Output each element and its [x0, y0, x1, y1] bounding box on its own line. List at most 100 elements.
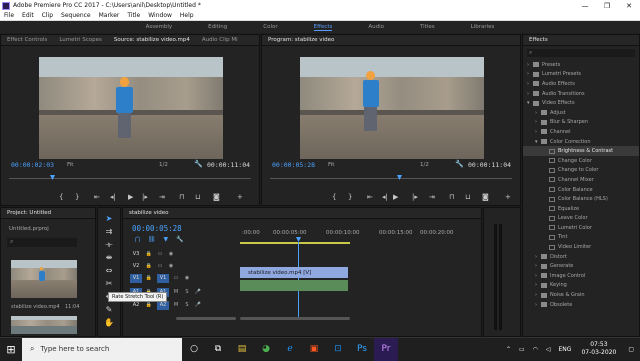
mute-icon[interactable]: M — [172, 289, 180, 295]
video-clip[interactable]: stabilize video.mp4 [V] — [240, 267, 348, 278]
cortana-icon[interactable]: ○ — [182, 338, 206, 361]
effect-item[interactable]: Brightness & Contrast — [523, 146, 639, 156]
program-ratio-select[interactable]: 1/2 — [420, 162, 429, 168]
effect-item[interactable]: Change Color — [523, 156, 639, 166]
add-button-icon[interactable]: + — [237, 193, 243, 201]
tab-audio-clip-mixer[interactable]: Audio Clip Mi — [202, 37, 238, 43]
lift-icon[interactable]: ⊓ — [449, 193, 454, 201]
solo-icon[interactable]: S — [183, 302, 191, 308]
source-timecode-in[interactable]: 00:00:02:03 — [11, 161, 54, 169]
menu-clip[interactable]: Clip — [42, 12, 53, 19]
work-area-bar[interactable] — [240, 242, 350, 244]
workspace-editing[interactable]: Editing — [208, 24, 227, 30]
taskbar-search[interactable]: ⌕ Type here to search — [22, 337, 182, 361]
effect-item[interactable]: Lumetri Color — [523, 223, 639, 233]
tab-effects[interactable]: Effects — [529, 37, 548, 43]
volume-icon[interactable]: ◁ — [546, 346, 551, 353]
audio-clip[interactable] — [240, 280, 348, 291]
solo-icon[interactable]: S — [183, 289, 191, 295]
track-select-tool-icon[interactable]: ⇉ — [103, 227, 115, 239]
timeline-zoom-scrollbar[interactable] — [240, 317, 350, 320]
chevron-up-icon[interactable]: ⌃ — [506, 346, 511, 353]
program-time-ruler[interactable] — [270, 175, 512, 179]
effect-folder[interactable]: ▾ Video Effects — [523, 98, 639, 108]
menu-sequence[interactable]: Sequence — [61, 12, 91, 19]
workspace-audio[interactable]: Audio — [368, 24, 384, 30]
effects-search-input[interactable]: ⌕ — [527, 49, 635, 57]
razor-tool-icon[interactable]: ✂ — [103, 279, 115, 291]
minimize-button[interactable]: — — [574, 2, 596, 10]
tab-program[interactable]: Program: stabilize video — [268, 37, 334, 43]
overwrite-icon[interactable]: ⊔ — [195, 193, 200, 201]
windows-start-icon[interactable]: ⊞ — [0, 338, 22, 361]
linked-selection-icon[interactable]: ⛓ — [148, 236, 156, 243]
effect-folder[interactable]: › Keying — [523, 281, 639, 291]
maximize-button[interactable]: ❐ — [596, 2, 618, 10]
source-time-ruler[interactable] — [9, 175, 251, 179]
effect-folder[interactable]: › Generate — [523, 261, 639, 271]
sync-lock-icon[interactable]: ▭ — [156, 251, 164, 257]
effect-item[interactable]: Change to Color — [523, 166, 639, 176]
effect-folder[interactable]: › Distort — [523, 252, 639, 262]
lock-icon[interactable]: 🔒 — [145, 302, 153, 308]
mark-out-icon[interactable]: } — [348, 193, 352, 201]
wifi-icon[interactable]: ◠ — [533, 346, 538, 353]
go-to-in-icon[interactable]: ⇤ — [94, 193, 100, 201]
tab-source[interactable]: Source: stabilize video.mp4 — [114, 37, 190, 43]
program-settings-icon[interactable]: 🔧 — [455, 160, 464, 168]
track-label[interactable]: V1 — [130, 273, 142, 283]
menu-edit[interactable]: Edit — [22, 12, 34, 19]
clip-thumbnail[interactable] — [11, 316, 77, 334]
go-to-out-icon[interactable]: ⇥ — [159, 193, 165, 201]
effect-folder[interactable]: ▾ Color Correction — [523, 137, 639, 147]
workspace-effects[interactable]: Effects — [313, 24, 333, 31]
go-to-in-icon[interactable]: ⇤ — [367, 193, 373, 201]
effect-item[interactable]: Equalize — [523, 204, 639, 214]
task-view-icon[interactable]: ⧉ — [206, 338, 230, 361]
effect-folder[interactable]: › Noise & Grain — [523, 290, 639, 300]
play-icon[interactable]: ▶ — [393, 193, 398, 201]
timeline-h-scrollbar[interactable] — [176, 317, 236, 320]
snap-icon[interactable]: ⋂ — [135, 236, 140, 243]
tab-sequence[interactable]: stabilize video — [129, 210, 169, 216]
export-frame-icon[interactable]: ◙ — [213, 193, 220, 201]
effect-folder[interactable]: › Lumetri Presets — [523, 70, 639, 80]
tab-effect-controls[interactable]: Effect Controls — [7, 37, 47, 43]
lock-icon[interactable]: 🔒 — [145, 275, 153, 281]
menu-marker[interactable]: Marker — [99, 12, 120, 19]
project-search-input[interactable]: ⌕ — [7, 238, 77, 247]
mark-in-icon[interactable]: { — [332, 193, 336, 201]
effect-folder[interactable]: › Presets — [523, 60, 639, 70]
rolling-edit-tool-icon[interactable]: ⇼ — [103, 253, 115, 265]
effect-item[interactable]: Video Limiter — [523, 242, 639, 252]
step-forward-icon[interactable]: |▸ — [412, 193, 418, 201]
mute-icon[interactable]: M — [172, 302, 180, 308]
menu-window[interactable]: Window — [148, 12, 172, 19]
timeline-timecode[interactable]: 00:00:05:28 — [132, 224, 182, 233]
pen-tool-icon[interactable]: ✎ — [103, 305, 115, 317]
mic-icon[interactable]: 🎤 — [194, 289, 202, 295]
program-timecode-in[interactable]: 00:00:05:28 — [272, 161, 315, 169]
clip-thumbnail[interactable] — [11, 260, 77, 298]
effect-folder[interactable]: › Adjust — [523, 108, 639, 118]
effect-folder[interactable]: › Image Control — [523, 271, 639, 281]
eye-icon[interactable]: ◉ — [167, 263, 175, 269]
sync-lock-icon[interactable]: ▭ — [172, 275, 180, 281]
effect-item[interactable]: Tint — [523, 233, 639, 243]
workspace-libraries[interactable]: Libraries — [471, 24, 495, 30]
effect-folder[interactable]: › Audio Effects — [523, 79, 639, 89]
language-indicator[interactable]: ENG — [559, 346, 572, 353]
export-frame-icon[interactable]: ◙ — [482, 193, 489, 201]
rate-stretch-tool-icon[interactable]: ⇔ — [103, 266, 115, 278]
effect-item[interactable]: Color Balance (HLS) — [523, 194, 639, 204]
extract-icon[interactable]: ⊔ — [465, 193, 470, 201]
eye-icon[interactable]: ◉ — [183, 275, 191, 281]
lock-icon[interactable]: 🔒 — [145, 263, 153, 269]
notifications-icon[interactable]: ▢ — [628, 346, 634, 353]
selection-tool-icon[interactable]: ➤ — [103, 214, 115, 226]
effect-folder[interactable]: › Blur & Sharpen — [523, 118, 639, 128]
mic-icon[interactable]: 🎤 — [194, 302, 202, 308]
premiere-taskbar-icon[interactable]: Pr — [374, 337, 398, 361]
ripple-edit-tool-icon[interactable]: ⟛ — [103, 240, 115, 252]
eye-icon[interactable]: ◉ — [167, 251, 175, 257]
